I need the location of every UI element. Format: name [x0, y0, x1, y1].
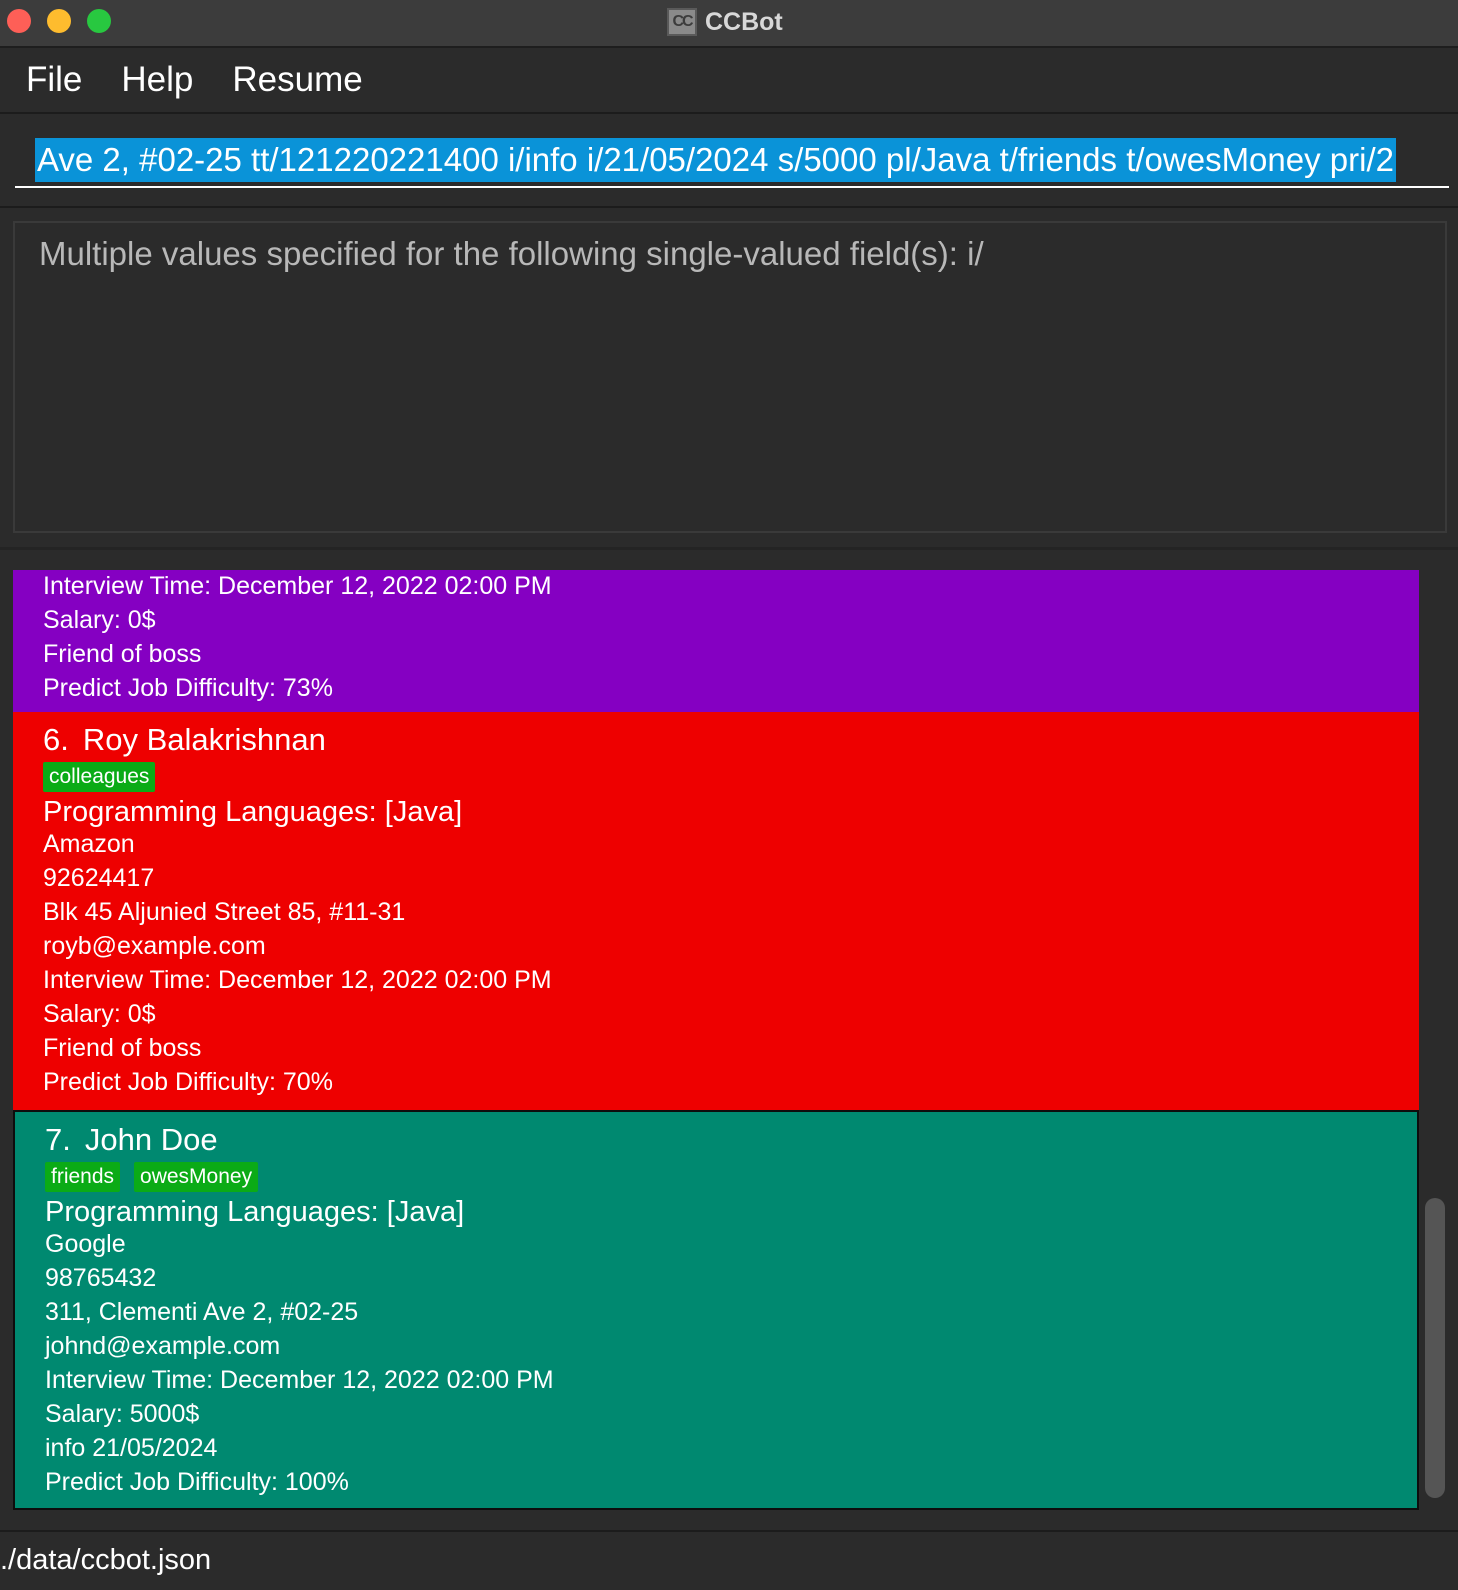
menu-bar: File Help Resume	[0, 48, 1458, 114]
job-difficulty: Predict Job Difficulty: 100%	[45, 1468, 349, 1496]
email: royb@example.com	[43, 932, 266, 960]
person-name-row: 6. Roy Balakrishnan	[43, 722, 326, 758]
person-list[interactable]: Interview Time: December 12, 2022 02:00 …	[0, 550, 1458, 1512]
person-name: John Doe	[84, 1122, 218, 1157]
person-name-row: 7. John Doe	[45, 1122, 218, 1158]
programming-languages: Programming Languages: [Java]	[45, 1196, 465, 1228]
maximize-window-button[interactable]	[87, 9, 111, 33]
save-file-path: ./data/ccbot.json	[0, 1544, 212, 1576]
app-logo-icon: CC	[667, 8, 697, 36]
person-card-partial[interactable]: Interview Time: December 12, 2022 02:00 …	[13, 570, 1419, 712]
result-display[interactable]: Multiple values specified for the follow…	[13, 221, 1447, 533]
phone: 92624417	[43, 864, 155, 892]
list-scrollbar[interactable]	[1425, 1198, 1445, 1498]
salary: Salary: 5000$	[45, 1400, 200, 1428]
person-index: 7.	[45, 1122, 71, 1157]
tag: colleagues	[43, 762, 156, 792]
result-message: Multiple values specified for the follow…	[39, 235, 984, 272]
info: Friend of boss	[43, 1034, 202, 1062]
interview-time: Interview Time: December 12, 2022 02:00 …	[43, 572, 552, 600]
programming-languages: Programming Languages: [Java]	[43, 796, 463, 828]
command-input[interactable]: Ave 2, #02-25 tt/121220221400 i/info i/2…	[15, 134, 1449, 188]
company: Amazon	[43, 830, 135, 858]
menu-help[interactable]: Help	[121, 60, 193, 100]
minimize-window-button[interactable]	[47, 9, 71, 33]
window-title: CCBot	[705, 7, 783, 36]
address: 311, Clementi Ave 2, #02-25	[45, 1298, 359, 1326]
person-index: 6.	[43, 722, 69, 757]
tag-list: friends owesMoney	[45, 1162, 272, 1192]
tag-list: colleagues	[43, 762, 169, 792]
email: johnd@example.com	[45, 1332, 281, 1360]
job-difficulty: Predict Job Difficulty: 73%	[43, 674, 333, 702]
command-box: Ave 2, #02-25 tt/121220221400 i/info i/2…	[0, 114, 1458, 208]
job-difficulty: Predict Job Difficulty: 70%	[43, 1068, 333, 1096]
close-window-button[interactable]	[7, 9, 31, 33]
info: info 21/05/2024	[45, 1434, 218, 1462]
person-name: Roy Balakrishnan	[82, 722, 326, 757]
menu-resume[interactable]: Resume	[232, 60, 362, 100]
person-card-john[interactable]: 7. John Doe friends owesMoney Programming…	[13, 1110, 1419, 1510]
salary: Salary: 0$	[43, 606, 156, 634]
interview-time: Interview Time: December 12, 2022 02:00 …	[43, 966, 552, 994]
tag: friends	[45, 1162, 121, 1192]
info: Friend of boss	[43, 640, 202, 668]
window-title-group: CC CCBot	[667, 5, 783, 39]
title-bar: CC CCBot	[0, 0, 1458, 48]
phone: 98765432	[45, 1264, 157, 1292]
status-bar: ./data/ccbot.json	[0, 1530, 1458, 1590]
company: Google	[45, 1230, 126, 1258]
tag: owesMoney	[134, 1162, 259, 1192]
salary: Salary: 0$	[43, 1000, 156, 1028]
command-selected-text[interactable]: Ave 2, #02-25 tt/121220221400 i/info i/2…	[35, 138, 1396, 182]
interview-time: Interview Time: December 12, 2022 02:00 …	[45, 1366, 554, 1394]
person-card-roy[interactable]: 6. Roy Balakrishnan colleagues Programmin…	[13, 712, 1419, 1110]
address: Blk 45 Aljunied Street 85, #11-31	[43, 898, 406, 926]
menu-file[interactable]: File	[26, 60, 82, 100]
